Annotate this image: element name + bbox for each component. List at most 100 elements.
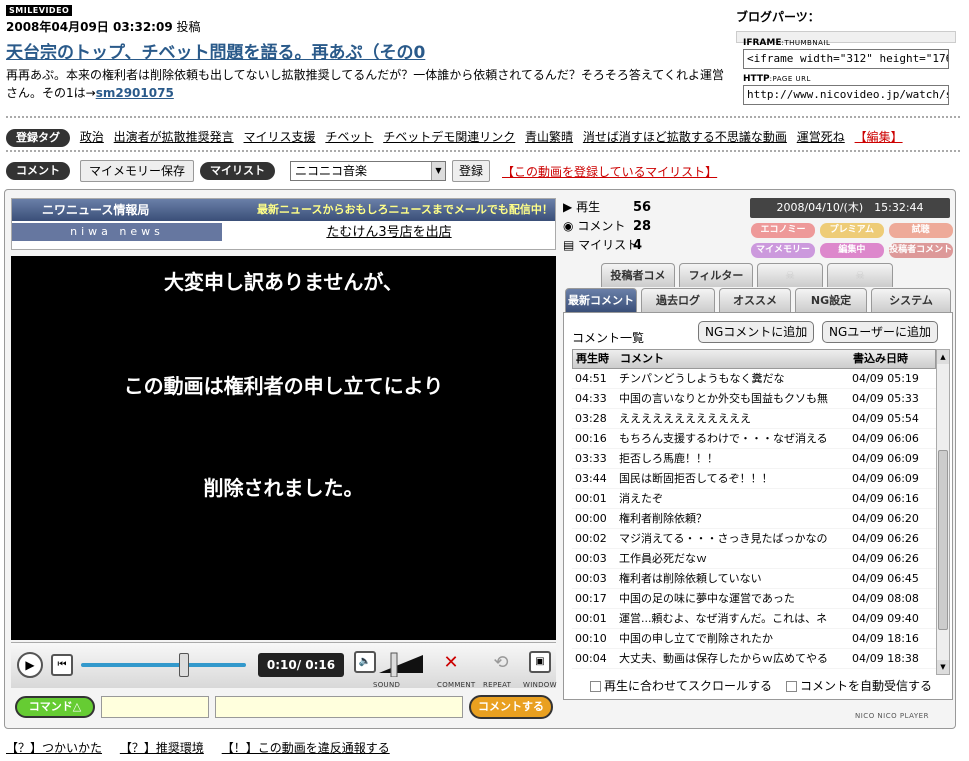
scroll-thumb[interactable] xyxy=(938,450,948,630)
comment-time: 04:33 xyxy=(575,392,607,405)
video-title[interactable]: 天台宗のトップ、チベット問題を語る。再あぷ（その0 xyxy=(6,38,726,63)
scroll-down-icon[interactable]: ▼ xyxy=(937,660,949,674)
my-memory-button[interactable]: マイメモリー保存 xyxy=(80,160,195,182)
tag-edit-link[interactable]: 【編集】 xyxy=(855,130,903,144)
comment-input-row: コマンド△ コメントする xyxy=(11,692,556,722)
comment-text: 権利者削除依頼？ xyxy=(619,512,707,525)
page-url-field[interactable]: http://www.nicovideo.jp/watch/sm xyxy=(743,85,949,105)
register-button[interactable]: 登録 xyxy=(452,160,491,182)
comment-input[interactable] xyxy=(215,696,463,718)
table-row[interactable]: 00:00 権利者削除依頼？ 04/09 06:20 xyxy=(572,509,936,529)
tab-uploader-comment[interactable]: 投稿者コメ xyxy=(601,263,675,287)
ad-line1: ニワニュース情報局 最新ニュースからおもしろニュースまでメールでも配信中！ xyxy=(12,199,555,221)
nico-player: ニワニュース情報局 最新ニュースからおもしろニュースまでメールでも配信中！ niw… xyxy=(4,189,956,729)
table-row[interactable]: 00:03 権利者は削除依頼していない 04/09 06:45 xyxy=(572,569,936,589)
mylist-select[interactable]: ニコニコ音楽 ▼ xyxy=(290,161,446,181)
tag-item[interactable]: チベットデモ関連リンク xyxy=(383,130,515,144)
table-row[interactable]: 00:03 工作員必死だなｗ 04/09 06:26 xyxy=(572,549,936,569)
scroll-up-icon[interactable]: ▲ xyxy=(937,350,949,364)
table-row[interactable]: 00:04 大丈夫、動画は保存したからｗ広めてやる 04/09 18:38 xyxy=(572,649,936,669)
comment-date: 04/09 06:06 xyxy=(852,432,919,445)
table-row[interactable]: 03:44 国民は断固拒否してるぞ！！！ 04/09 06:09 xyxy=(572,469,936,489)
comment-date: 04/09 06:26 xyxy=(852,552,919,565)
col-date[interactable]: 書込み日時 xyxy=(853,350,908,368)
table-row[interactable]: 03:28 ええええええええええええ 04/09 05:54 xyxy=(572,409,936,429)
table-row[interactable]: 00:01 運営...頼むよ、なぜ消すんだ。これは、ネ 04/09 09:40 xyxy=(572,609,936,629)
how-to-use-link[interactable]: 【？】つかいかた xyxy=(6,741,102,755)
mylist-count-row: ▤ マイリスト 4 xyxy=(563,238,643,253)
seek-bar[interactable] xyxy=(81,663,246,667)
tag-item[interactable]: 青山繁晴 xyxy=(525,130,573,144)
table-row[interactable]: 00:01 消えたぞ 04/09 06:16 xyxy=(572,489,936,509)
ad-banner[interactable]: ニワニュース情報局 最新ニュースからおもしろニュースまでメールでも配信中！ niw… xyxy=(11,198,556,250)
tag-item[interactable]: チベット xyxy=(325,130,373,144)
tab-latest-comments[interactable]: 最新コメント xyxy=(565,288,637,312)
server-clock: 2008/04/10/(木) 15:32:44 xyxy=(750,198,950,218)
tab-past-log[interactable]: 過去ログ xyxy=(641,288,715,312)
repeat-label: REPEAT xyxy=(483,681,512,689)
comment-time: 00:16 xyxy=(575,432,607,445)
repeat-icon[interactable]: ⟲ xyxy=(489,651,513,675)
comment-text: 中国の言いなりとか外交も国益もクソも無 xyxy=(619,392,828,405)
comment-text: 中国の足の味に夢中な運営であった xyxy=(619,592,795,605)
col-time[interactable]: 再生時 xyxy=(576,350,609,368)
comment-time: 00:10 xyxy=(575,632,607,645)
play-icon[interactable]: ▶ xyxy=(17,652,43,678)
preview-chip: 試聴 xyxy=(888,223,953,238)
tag-item[interactable]: 運営死ね xyxy=(797,130,845,144)
speaker-icon[interactable]: 🔈 xyxy=(354,651,376,673)
table-row[interactable]: 04:51 チンパンどうしようもなく糞だな 04/09 05:19 xyxy=(572,369,936,389)
comment-date: 04/09 06:26 xyxy=(852,532,919,545)
volume-slider[interactable] xyxy=(379,651,425,677)
tag-item[interactable]: マイリス支援 xyxy=(244,130,316,144)
command-button[interactable]: コマンド△ xyxy=(15,696,95,718)
tab-filter[interactable]: フィルター xyxy=(679,263,753,287)
ad-headline[interactable]: たむけん3号店を出店 xyxy=(222,223,556,241)
comment-date: 04/09 06:20 xyxy=(852,512,919,525)
table-row[interactable]: 00:02 マジ消えてる・・・さっき見たばっかなの 04/09 06:26 xyxy=(572,529,936,549)
chevron-down-icon: ▼ xyxy=(431,162,445,180)
tab-ng-settings[interactable]: NG設定 xyxy=(795,288,867,312)
ng-comment-button[interactable]: NGコメントに追加 xyxy=(698,321,815,343)
sm-link[interactable]: sm2901075 xyxy=(96,86,174,100)
comment-toggle-icon[interactable]: ✕ xyxy=(439,651,463,675)
mymemory-chip: マイメモリー xyxy=(751,243,815,258)
table-row[interactable]: 03:33 拒否しろ馬鹿！！！ 04/09 06:09 xyxy=(572,449,936,469)
auto-receive-checkbox[interactable]: コメントを自動受信する xyxy=(786,677,932,694)
comment-text: 運営...頼むよ、なぜ消すんだ。これは、ネ xyxy=(619,612,828,625)
comment-scrollbar[interactable]: ▲ ▼ xyxy=(936,349,950,675)
comment-rows: 04:51 チンパンどうしようもなく糞だな 04/09 05:19 04:33 中国の言… xyxy=(572,369,936,669)
comment-date: 04/09 06:09 xyxy=(852,472,919,485)
rewind-icon[interactable]: ⏮ xyxy=(51,654,73,676)
mylist-link[interactable]: 【この動画を登録しているマイリスト】 xyxy=(502,163,717,180)
send-comment-button[interactable]: コメントする xyxy=(469,695,553,719)
table-row[interactable]: 04:33 中国の言いなりとか外交も国益もクソも無 04/09 05:33 xyxy=(572,389,936,409)
comment-text: 国民は断固拒否してるぞ！！！ xyxy=(619,472,773,485)
command-input[interactable] xyxy=(101,696,209,718)
divider xyxy=(6,116,960,118)
tag-item[interactable]: 出演者が拡散推奨発言 xyxy=(114,130,234,144)
tag-item[interactable]: 消せば消すほど拡散する不思議な動画 xyxy=(583,130,787,144)
video-screen[interactable]: 大変申し訳ありませんが、 この動画は権利者の申し立てにより 削除されました。 xyxy=(11,256,556,640)
recommended-env-link[interactable]: 【？】推奨環境 xyxy=(120,741,204,755)
table-row[interactable]: 00:10 中国の申し立てで削除されたか 04/09 18:16 xyxy=(572,629,936,649)
comment-date: 04/09 06:45 xyxy=(852,572,919,585)
table-row[interactable]: 00:16 もちろん支援するわけで・・・なぜ消える 04/09 06:06 xyxy=(572,429,936,449)
comment-text: 大丈夫、動画は保存したからｗ広めてやる xyxy=(619,652,828,665)
ng-user-button[interactable]: NGユーザーに追加 xyxy=(822,321,939,343)
tab-system[interactable]: システム xyxy=(871,288,951,312)
comment-time: 00:17 xyxy=(575,592,607,605)
iframe-code-field[interactable]: <iframe width="312" height="176 xyxy=(743,49,949,69)
tab-recommend[interactable]: オススメ xyxy=(719,288,791,312)
mylist-label: マイリスト xyxy=(200,162,275,180)
seek-handle[interactable] xyxy=(179,653,189,677)
comment-text: 拒否しろ馬鹿！！！ xyxy=(619,452,718,465)
tag-item[interactable]: 政治 xyxy=(80,130,104,144)
window-icon[interactable]: ▣ xyxy=(529,651,551,673)
report-violation-link[interactable]: 【！】この動画を違反通報する xyxy=(222,741,390,755)
editing-chip: 編集中 xyxy=(819,243,884,258)
table-row[interactable]: 00:17 中国の足の味に夢中な運営であった 04/09 08:08 xyxy=(572,589,936,609)
comment-date: 04/09 06:09 xyxy=(852,452,919,465)
scroll-sync-checkbox[interactable]: 再生に合わせてスクロールする xyxy=(590,677,772,694)
col-comment[interactable]: コメント xyxy=(620,350,664,368)
